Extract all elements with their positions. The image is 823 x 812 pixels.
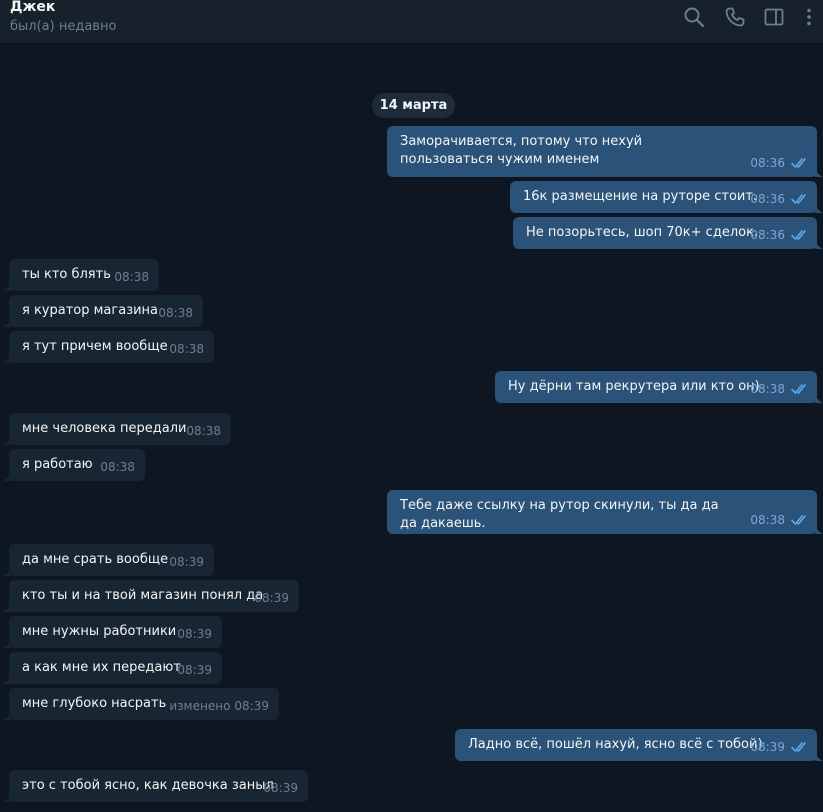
read-check-icon [785, 741, 809, 753]
message-meta: 08:38 [100, 458, 135, 476]
message-meta: 08:39 [177, 661, 212, 679]
outgoing-message[interactable]: Не позорьтесь, шоп 70к+ сделок. 08:36 [513, 217, 823, 249]
message-time: 08:36 [750, 192, 785, 206]
read-check-icon [785, 383, 809, 395]
incoming-message[interactable]: я тут причем вообще 08:38 [3, 331, 214, 363]
message-meta: 08:38 [750, 511, 809, 529]
message-meta: 08:36 [750, 226, 809, 244]
message-meta: 08:39 [169, 553, 204, 571]
message-meta: 08:39 [263, 779, 298, 797]
message-meta: 08:38 [186, 422, 221, 440]
message-time: 08:38 [750, 513, 785, 527]
outgoing-message[interactable]: Ладно всё, пошёл нахуй, ясно всё с тобой… [455, 729, 823, 761]
read-check-icon [785, 514, 809, 526]
message-meta: изменено 08:39 [169, 697, 269, 715]
message-time: 08:36 [750, 228, 785, 242]
message-time: 08:39 [750, 740, 785, 754]
message-time: 08:38 [169, 342, 204, 356]
peer-name[interactable]: Джек [10, 0, 55, 15]
outgoing-message[interactable]: Заморачивается, потому что нехуй пользов… [387, 126, 823, 177]
incoming-message[interactable]: мне нужны работники 08:39 [3, 616, 222, 648]
incoming-message[interactable]: я работаю 08:38 [3, 449, 145, 481]
message-text: это с тобой ясно, как девочка заныл [22, 778, 274, 793]
incoming-message[interactable]: ты кто блять 08:38 [3, 259, 159, 291]
more-vertical-icon[interactable] [797, 5, 821, 29]
phone-icon[interactable] [723, 5, 747, 29]
message-meta: 08:38 [750, 380, 809, 398]
date-separator: 14 марта [372, 93, 455, 118]
read-check-icon [785, 157, 809, 169]
message-time: 08:38 [114, 270, 149, 284]
message-meta: 08:36 [750, 154, 809, 172]
message-meta: 08:38 [169, 340, 204, 358]
message-time: 08:38 [100, 460, 135, 474]
message-meta: 08:39 [177, 625, 212, 643]
read-check-icon [785, 193, 809, 205]
peer-status: был(а) недавно [10, 19, 117, 34]
message-time: 08:38 [158, 306, 193, 320]
message-text: Тебе даже ссылку на рутор скинули, ты да… [400, 498, 719, 531]
read-check-icon [785, 229, 809, 241]
message-time: 08:39 [234, 699, 269, 713]
message-text: Заморачивается, потому что нехуй пользов… [400, 134, 643, 167]
sidebar-toggle-icon[interactable] [762, 5, 786, 29]
message-meta: 08:38 [114, 268, 149, 286]
message-time: 08:39 [177, 663, 212, 677]
chat-header: Джек был(а) недавно [0, 0, 823, 44]
message-time: 08:39 [254, 591, 289, 605]
message-text: кто ты и на твой магазин понял да [22, 588, 264, 603]
message-list[interactable]: 14 марта Заморачивается, потому что неху… [0, 45, 823, 812]
incoming-message[interactable]: да мне срать вообще 08:39 [3, 544, 214, 576]
incoming-message[interactable]: я куратор магазина 08:38 [3, 295, 203, 327]
message-meta: 08:36 [750, 190, 809, 208]
incoming-message[interactable]: кто ты и на твой магазин понял да 08:39 [3, 580, 299, 612]
message-meta: 08:39 [254, 589, 289, 607]
incoming-message[interactable]: это с тобой ясно, как девочка заныл 08:39 [3, 770, 308, 802]
outgoing-message[interactable]: Ну дёрни там рекрутера или кто он) 08:38 [495, 371, 823, 403]
message-time: 08:38 [750, 382, 785, 396]
message-time: 08:39 [177, 627, 212, 641]
message-time: 08:39 [263, 781, 298, 795]
edited-label: изменено [169, 699, 231, 713]
message-time: 08:36 [750, 156, 785, 170]
search-icon[interactable] [682, 5, 706, 29]
incoming-message[interactable]: а как мне их передают 08:39 [3, 652, 222, 684]
message-meta: 08:38 [158, 304, 193, 322]
message-meta: 08:39 [750, 738, 809, 756]
outgoing-message[interactable]: 16к размещение на руторе стоит. 08:36 [510, 181, 823, 213]
incoming-message[interactable]: мне глубоко насрать изменено 08:39 [3, 688, 279, 720]
incoming-message[interactable]: мне человека передали 08:38 [3, 413, 231, 445]
message-time: 08:38 [186, 424, 221, 438]
outgoing-message[interactable]: Тебе даже ссылку на рутор скинули, ты да… [387, 490, 823, 534]
message-time: 08:39 [169, 555, 204, 569]
